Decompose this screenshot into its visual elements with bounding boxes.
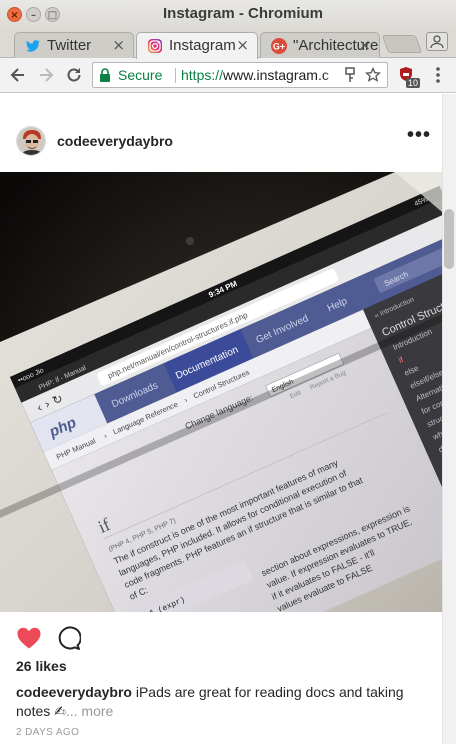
camera-dot (186, 237, 194, 245)
tab-architecture[interactable]: G+ "Architecture × (260, 32, 380, 59)
tab-strip: Twitter × G+ "Architecture × Instagram × (0, 29, 456, 59)
like-count[interactable]: 26 likes (16, 658, 67, 674)
url-host: www.instagram.c (223, 67, 329, 83)
key-icon[interactable] (343, 67, 357, 83)
omnibox-divider (175, 68, 176, 83)
person-icon (430, 35, 444, 49)
forward-arrow-icon[interactable] (36, 65, 56, 85)
post-username[interactable]: codeeverydaybro (57, 133, 173, 149)
instagram-page: codeeverydaybro ••• ••ooo Jio 9:34 PM 45… (0, 94, 456, 744)
ipad-photo: ••ooo Jio 9:34 PM 45% PHP: if - Manual ‹… (0, 172, 442, 612)
window-maximize-button[interactable]: □ (45, 7, 60, 22)
window-titlebar: × – □ Instagram - Chromium (0, 0, 456, 29)
url-text: https://www.instagram.c (181, 67, 329, 83)
caption-username[interactable]: codeeverydaybro (16, 684, 132, 700)
tab-close-button[interactable]: × (236, 36, 249, 54)
new-tab-button[interactable] (381, 35, 423, 53)
tab-label: Twitter (47, 37, 92, 54)
window-minimize-button[interactable]: – (26, 7, 41, 22)
caption-more-link[interactable]: ... more (66, 703, 113, 719)
scrollbar-thumb[interactable] (444, 209, 454, 269)
tab-twitter[interactable]: Twitter × (14, 32, 134, 59)
window-close-button[interactable]: × (7, 7, 22, 22)
profile-button[interactable] (426, 32, 448, 51)
tab-close-button[interactable]: × (358, 36, 371, 54)
comment-icon[interactable] (57, 626, 81, 650)
back-arrow-icon[interactable] (8, 65, 28, 85)
url-fade (323, 63, 343, 87)
browser-toolbar: Secure https://www.instagram.c 10 (0, 58, 456, 93)
window-title: Instagram - Chromium (162, 5, 324, 22)
post-photo[interactable]: ••ooo Jio 9:34 PM 45% PHP: if - Manual ‹… (0, 172, 442, 612)
tab-close-button[interactable]: × (112, 36, 125, 54)
post-timestamp[interactable]: 2 DAYS AGO (16, 727, 79, 738)
lock-icon (100, 68, 110, 82)
post-header: codeeverydaybro ••• (0, 116, 442, 166)
twitter-icon (26, 40, 40, 52)
instagram-icon (148, 39, 162, 53)
profile-photo (17, 127, 45, 155)
tab-label: Instagram (169, 37, 236, 54)
kebab-menu-icon[interactable] (430, 66, 446, 84)
svg-text:G+: G+ (273, 42, 285, 52)
more-options-button[interactable]: ••• (407, 125, 431, 145)
star-icon[interactable] (365, 67, 381, 83)
reload-icon[interactable] (64, 65, 84, 85)
page-scrollbar[interactable] (442, 94, 456, 744)
post-actions (0, 622, 442, 658)
heart-icon[interactable] (16, 626, 42, 650)
google-plus-icon: G+ (271, 38, 287, 54)
extension-badge: 10 (406, 78, 421, 88)
address-bar[interactable]: Secure https://www.instagram.c (92, 62, 388, 88)
avatar[interactable] (16, 126, 46, 156)
tab-instagram[interactable]: Instagram × (136, 32, 258, 59)
secure-label: Secure (118, 67, 163, 83)
url-protocol: https:// (181, 67, 224, 83)
post-caption: codeeverydaybro iPads are great for read… (16, 683, 426, 721)
